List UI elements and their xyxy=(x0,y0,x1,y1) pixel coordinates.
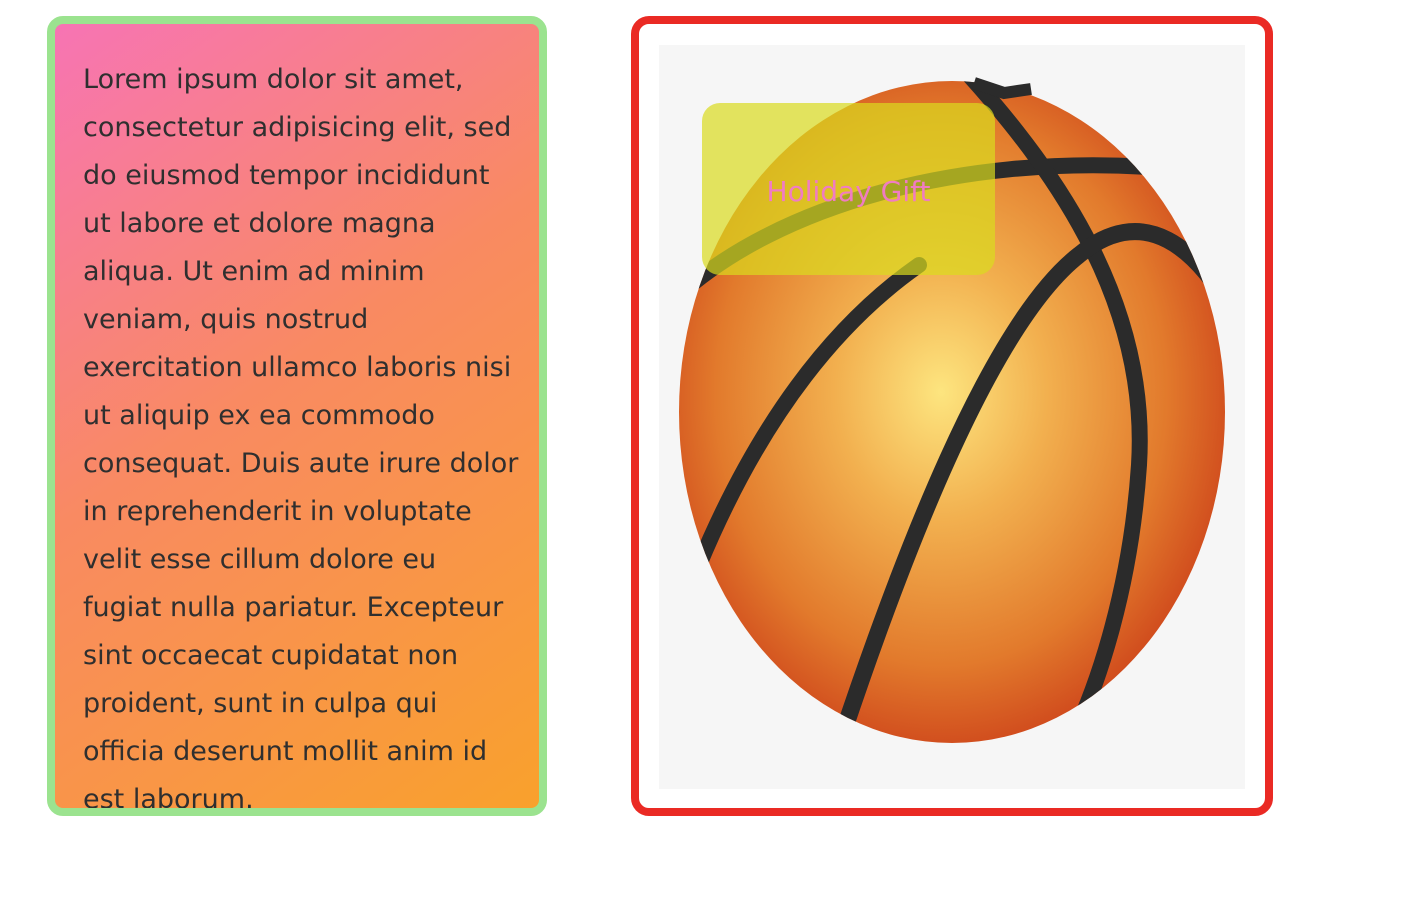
image-area: Holiday Gift xyxy=(659,45,1245,789)
holiday-gift-label: Holiday Gift xyxy=(766,174,931,208)
holiday-gift-badge: Holiday Gift xyxy=(702,103,995,275)
lorem-text-card: Lorem ipsum dolor sit amet, consectetur … xyxy=(47,16,547,816)
lorem-paragraph: Lorem ipsum dolor sit amet, consectetur … xyxy=(83,64,519,815)
seam-top-cap xyxy=(972,77,1032,100)
image-card: Holiday Gift xyxy=(631,16,1273,816)
